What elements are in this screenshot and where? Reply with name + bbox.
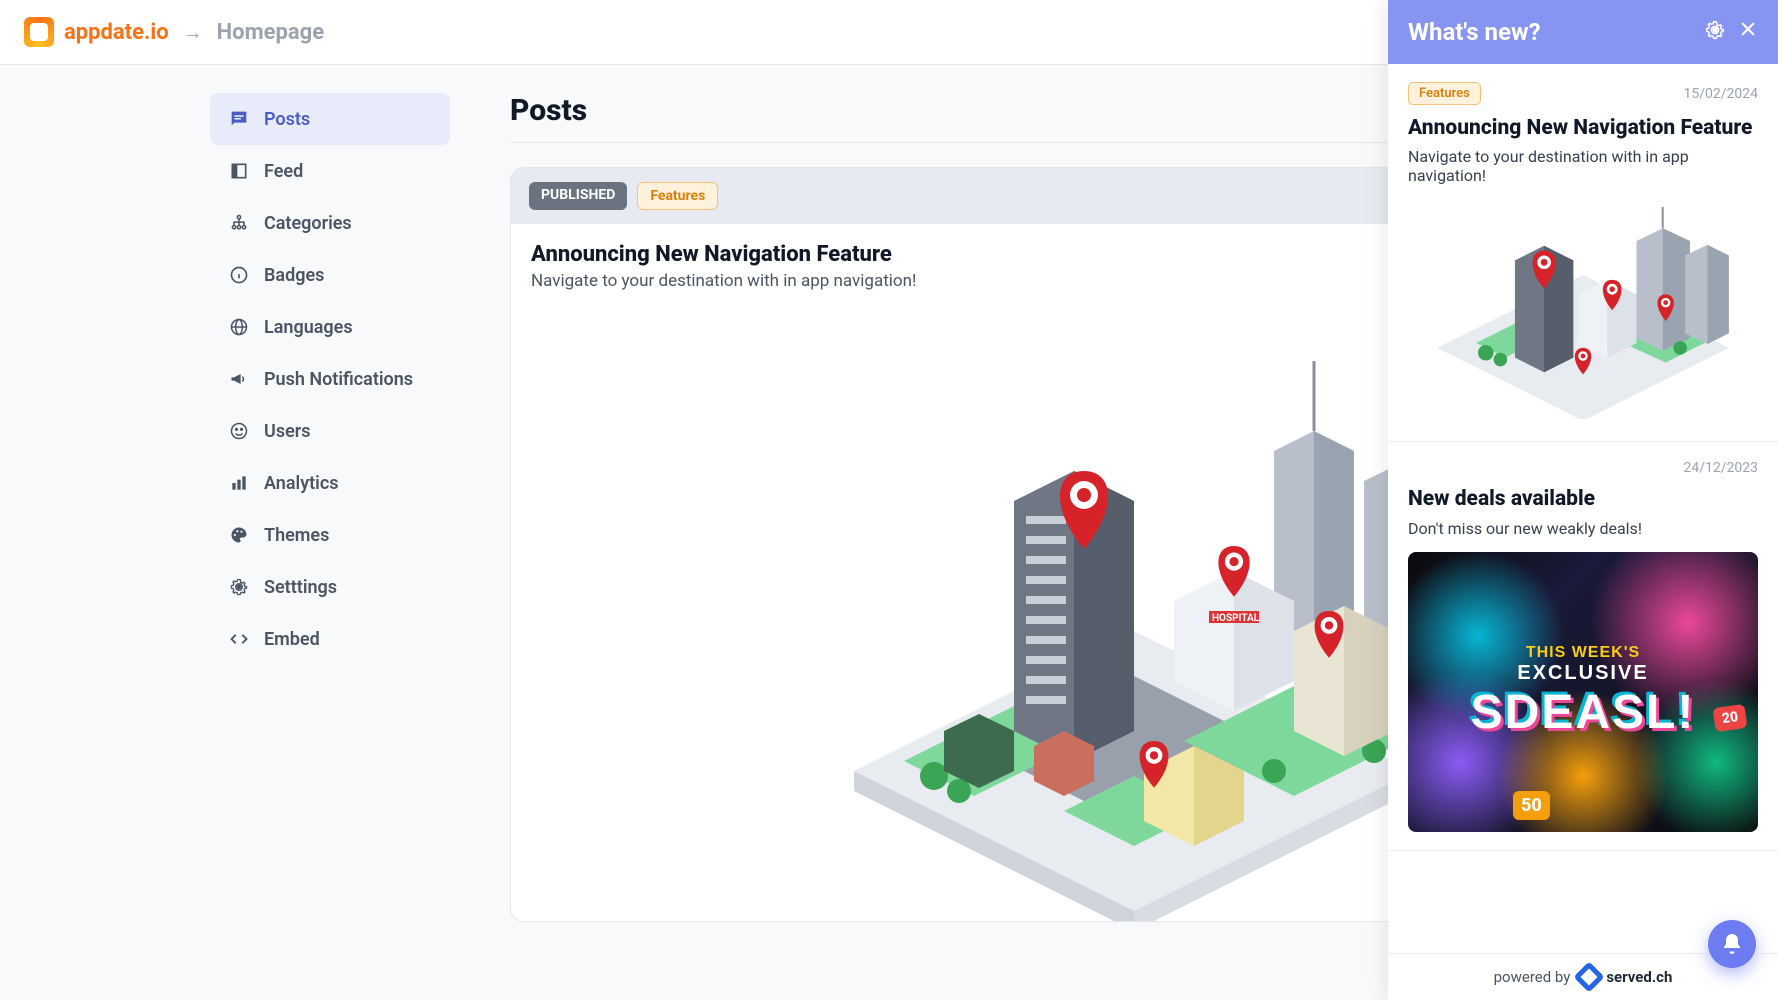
- chat-icon: [228, 108, 250, 130]
- info-icon: [228, 264, 250, 286]
- tag-badge: Features: [637, 182, 718, 210]
- panel-body[interactable]: Features 15/02/2024 Announcing New Navig…: [1388, 64, 1778, 953]
- brand-name: appdate.io: [64, 20, 169, 45]
- code-icon: [228, 628, 250, 650]
- sidebar: Posts Feed Categories Badges Languages P…: [0, 65, 460, 1000]
- palette-icon: [228, 524, 250, 546]
- feed-item[interactable]: 24/12/2023 New deals available Don't mis…: [1388, 442, 1778, 850]
- sidebar-item-posts[interactable]: Posts: [210, 93, 450, 145]
- deals-line2: EXCLUSIVE: [1471, 662, 1696, 685]
- sidebar-item-themes[interactable]: Themes: [210, 509, 450, 561]
- feed-image: [1408, 199, 1758, 419]
- bars-icon: [228, 472, 250, 494]
- deals-line3: SDEASL!: [1471, 685, 1696, 740]
- served-brand: served.ch: [1606, 968, 1672, 986]
- sidebar-item-label: Feed: [264, 161, 303, 182]
- tree-icon: [228, 212, 250, 234]
- sidebar-item-feed[interactable]: Feed: [210, 145, 450, 197]
- feed-title: New deals available: [1408, 486, 1758, 512]
- sidebar-item-label: Analytics: [264, 473, 339, 494]
- deals-tag: 50: [1513, 791, 1550, 820]
- status-badge: PUBLISHED: [529, 182, 627, 210]
- sidebar-item-label: Languages: [264, 317, 353, 338]
- gear-icon[interactable]: [1704, 19, 1726, 46]
- served-icon: [1574, 961, 1605, 992]
- sidebar-item-users[interactable]: Users: [210, 405, 450, 457]
- panel-title: What's new?: [1408, 18, 1541, 46]
- deals-tag: 20: [1712, 703, 1747, 731]
- sidebar-item-label: Users: [264, 421, 311, 442]
- sidebar-item-embed[interactable]: Embed: [210, 613, 450, 665]
- whats-new-panel: What's new? Features 15/02/2024 Announci…: [1388, 0, 1778, 1000]
- sidebar-item-label: Badges: [264, 265, 324, 286]
- sidebar-item-label: Embed: [264, 629, 320, 650]
- close-icon[interactable]: [1738, 19, 1758, 46]
- sidebar-item-label: Posts: [264, 109, 310, 130]
- sidebar-item-push-notifications[interactable]: Push Notifications: [210, 353, 450, 405]
- notifications-fab[interactable]: [1708, 920, 1756, 968]
- tag-badge: Features: [1408, 82, 1481, 105]
- sidebar-item-badges[interactable]: Badges: [210, 249, 450, 301]
- feed-description: Navigate to your destination with in app…: [1408, 147, 1758, 185]
- breadcrumb[interactable]: Homepage: [217, 20, 325, 45]
- feed-item[interactable]: Features 15/02/2024 Announcing New Navig…: [1388, 64, 1778, 442]
- sidebar-item-label: Themes: [264, 525, 329, 546]
- feed-description: Don't miss our new weakly deals!: [1408, 519, 1758, 538]
- served-link[interactable]: served.ch: [1578, 966, 1672, 988]
- panel-header: What's new?: [1388, 0, 1778, 64]
- svg-text:HOSPITAL: HOSPITAL: [1212, 613, 1260, 624]
- globe-icon: [228, 316, 250, 338]
- megaphone-icon: [228, 368, 250, 390]
- feed-image: THIS WEEK'S EXCLUSIVE SDEASL! 50 20: [1408, 552, 1758, 832]
- sidebar-item-label: Push Notifications: [264, 369, 413, 390]
- sidebar-item-settings[interactable]: Setttings: [210, 561, 450, 613]
- face-icon: [228, 420, 250, 442]
- footer-label: powered by: [1494, 968, 1571, 986]
- sidebar-item-label: Setttings: [264, 577, 337, 598]
- feed-date: 24/12/2023: [1684, 460, 1759, 476]
- sidebar-item-categories[interactable]: Categories: [210, 197, 450, 249]
- brand[interactable]: appdate.io: [24, 17, 169, 47]
- arrow-right-icon: →: [183, 20, 203, 45]
- feed-title: Announcing New Navigation Feature: [1408, 115, 1758, 141]
- sidebar-item-analytics[interactable]: Analytics: [210, 457, 450, 509]
- gear-icon: [228, 576, 250, 598]
- square-icon: [228, 160, 250, 182]
- deals-line1: THIS WEEK'S: [1471, 644, 1696, 662]
- sidebar-item-languages[interactable]: Languages: [210, 301, 450, 353]
- sidebar-item-label: Categories: [264, 213, 352, 234]
- brand-logo-icon: [24, 17, 54, 47]
- feed-date: 15/02/2024: [1684, 86, 1759, 102]
